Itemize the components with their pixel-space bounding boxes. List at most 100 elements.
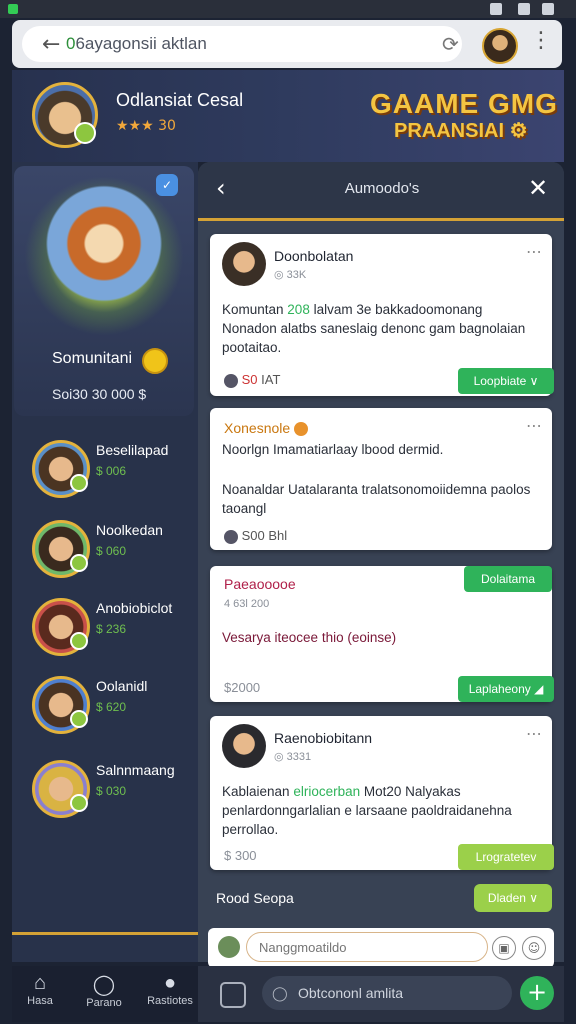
- close-icon[interactable]: ✕: [528, 174, 548, 202]
- compose-input[interactable]: ◯ Obtcononl amlita: [262, 976, 512, 1010]
- home-icon: ⌂: [33, 972, 47, 994]
- post-body: Komuntan 208 lalvam 3e bakkadoomonang No…: [222, 300, 536, 357]
- post-footer: S0 IAT: [224, 372, 280, 388]
- online-status-icon: [70, 632, 88, 650]
- chat-header: ‹ Aumoodo's ✕: [198, 162, 564, 221]
- friend-item[interactable]: Noolkedan $ 060: [14, 512, 194, 582]
- post-username: Raenobiobitann: [274, 730, 373, 746]
- post-body: Noanaldar Uatalaranta tralatsonomoiidemn…: [222, 482, 531, 516]
- post-title: Paeaooooe: [224, 576, 296, 592]
- friend-name: Salnnmaang: [96, 762, 175, 778]
- post-body-highlight: 208: [287, 302, 310, 317]
- post-footer: $ 300: [224, 848, 257, 863]
- friend-points: $ 030: [96, 784, 127, 798]
- emoji-icon: [294, 422, 309, 437]
- friend-item[interactable]: Anobiobiclot $ 236: [14, 590, 194, 660]
- shield-icon[interactable]: ✓: [156, 174, 178, 196]
- signal-icon: [518, 3, 530, 15]
- more-options-icon[interactable]: ⋯: [526, 242, 542, 261]
- image-icon[interactable]: ▣: [492, 936, 516, 960]
- message-input[interactable]: [246, 932, 488, 962]
- friend-points: $ 236: [96, 622, 127, 636]
- reload-icon[interactable]: ⟳: [442, 32, 459, 56]
- friend-item[interactable]: Beselilapad $ 006: [14, 432, 194, 502]
- url-text[interactable]: 06ayagonsii aktlan: [66, 34, 207, 54]
- divider: [12, 932, 198, 935]
- post-action-button[interactable]: Laplaheony ◢: [458, 676, 554, 702]
- post-action-button[interactable]: Loopbiate ∨: [458, 368, 554, 394]
- post-top-button[interactable]: Dolaitama: [464, 566, 552, 592]
- post-meta: 4 63l 200: [224, 598, 270, 610]
- friend-item[interactable]: Salnnmaang $ 030: [14, 752, 194, 822]
- post-title: Xonesnole: [224, 420, 309, 437]
- post-body-text: Kablaienan: [222, 784, 294, 799]
- attach-icon[interactable]: [220, 982, 246, 1008]
- friend-name: Beselilapad: [96, 442, 169, 458]
- search-icon: ◯: [92, 974, 116, 996]
- game-logo-line2: PRAANSIAI ⚙: [394, 120, 528, 142]
- post-footer-value: S0: [241, 372, 258, 387]
- mini-avatar-icon: [224, 529, 238, 544]
- add-button[interactable]: +: [520, 976, 554, 1010]
- reply-button[interactable]: Dladen ∨: [474, 884, 552, 912]
- more-options-icon[interactable]: ⋯: [526, 724, 542, 743]
- url-bar[interactable]: ← 06ayagonsii aktlan ⟳: [22, 26, 462, 62]
- chat-post[interactable]: Raenobiobitann ◎ 3331 ⋯ Kablaienan elrio…: [210, 716, 554, 870]
- nav-profile[interactable]: ● Rastiotes: [142, 972, 198, 1007]
- chat-post[interactable]: Doonbolatan ◎ 33K ⋯ Komuntan 208 lalvam …: [210, 234, 554, 396]
- browser-toolbar: ← 06ayagonsii aktlan ⟳ ⋮: [12, 20, 562, 68]
- back-chevron-icon[interactable]: ‹: [216, 174, 226, 202]
- friend-points: $ 006: [96, 464, 127, 478]
- post-username: Doonbolatan: [274, 248, 354, 264]
- banner-title: Odlansiat Cesal: [116, 90, 244, 110]
- friend-name: Oolanidl: [96, 678, 148, 694]
- chat-bottom-bar: ◯ Obtcononl amlita +: [198, 966, 564, 1022]
- post-meta: ◎ 3331: [274, 751, 312, 763]
- hero-name: Somunitani: [52, 350, 133, 367]
- nav-search[interactable]: ◯ Parano: [76, 972, 132, 1009]
- friend-item[interactable]: Oolanidl $ 620: [14, 668, 194, 738]
- user-avatar[interactable]: [222, 724, 266, 768]
- chat-panel: ‹ Aumoodo's ✕ Doonbolatan ◎ 33K ⋯ Komunt…: [198, 162, 564, 968]
- chat-post[interactable]: Xonesnole ⋯ Noorlgn Imamatiarlaay lbood …: [210, 408, 552, 550]
- online-status-icon: [70, 554, 88, 572]
- online-status-icon: [70, 474, 88, 492]
- nav-profile-label: Rastiotes: [147, 995, 193, 1007]
- more-menu-icon[interactable]: ⋮: [530, 28, 552, 53]
- hero-card[interactable]: ✓ Somunitani Soi30 30 000 $: [14, 166, 194, 416]
- my-avatar: [218, 936, 240, 958]
- coin-icon: [142, 348, 168, 374]
- nav-home[interactable]: ⌂ Hasa: [12, 972, 68, 1007]
- nav-search-label: Parano: [86, 997, 122, 1009]
- post-body-highlight: elriocerban: [293, 784, 361, 799]
- back-arrow-icon[interactable]: ←: [42, 32, 60, 57]
- compose-input-text: Obtcononl amlita: [298, 985, 404, 1001]
- search-icon: ◯: [272, 985, 288, 1001]
- message-input-row: ▣ ☺: [208, 928, 554, 968]
- post-meta: ◎ 33K: [274, 269, 307, 281]
- url-value: 6ayagonsii aktlan: [75, 34, 207, 53]
- friend-points: $ 620: [96, 700, 127, 714]
- game-logo-line1: GAAME GMG: [370, 88, 558, 119]
- profile-icon: ●: [163, 972, 177, 994]
- hero-character-image: [44, 176, 164, 326]
- post-body: Kablaienan elriocerban Mot20 Nalyakas pe…: [222, 782, 536, 839]
- reply-label: Rood Seopa: [216, 890, 294, 906]
- chat-post[interactable]: Paeaooooe 4 63l 200 Dolaitama Vesarya it…: [210, 566, 554, 702]
- post-footer: S00 Bhl: [224, 528, 287, 544]
- friend-points: $ 060: [96, 544, 127, 558]
- user-avatar[interactable]: [222, 242, 266, 286]
- game-banner: Odlansiat Cesal ★★★ 30 GAAME GMG PRAANSI…: [12, 70, 564, 162]
- battery-icon: [542, 3, 554, 15]
- wifi-icon: [490, 3, 502, 15]
- hero-stat: Soi30 30 000 $: [52, 386, 147, 402]
- emoji-picker-icon[interactable]: ☺: [522, 936, 546, 960]
- account-avatar[interactable]: [482, 28, 518, 64]
- post-footer: $2000: [224, 680, 261, 695]
- verified-badge-icon: [74, 122, 96, 144]
- post-body: Vesarya iteocee thio (eoinse): [222, 630, 397, 645]
- more-options-icon[interactable]: ⋯: [526, 416, 542, 435]
- post-action-button[interactable]: Lrogratetev: [458, 844, 554, 870]
- status-bar: [0, 0, 576, 18]
- post-footer-text: S00 Bhl: [241, 528, 288, 543]
